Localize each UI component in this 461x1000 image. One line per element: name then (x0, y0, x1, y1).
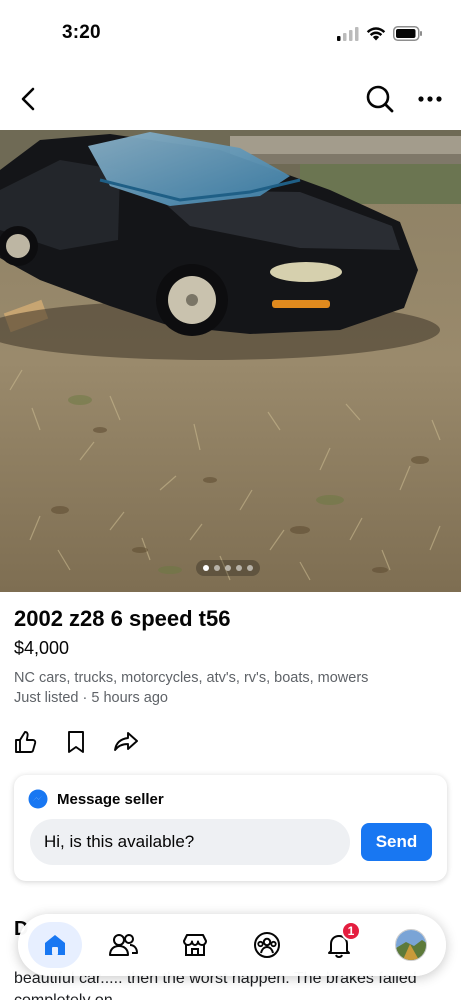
listing-group[interactable]: NC cars, trucks, motorcycles, atv's, rv'… (14, 670, 368, 686)
profile-avatar (395, 929, 427, 961)
search-icon[interactable] (365, 84, 395, 114)
message-seller-header: Message seller (28, 789, 164, 809)
pagination-dot[interactable] (236, 565, 242, 571)
status-icons (337, 26, 423, 41)
like-icon[interactable] (12, 728, 40, 756)
groups-icon (254, 932, 280, 958)
marketplace-icon (183, 934, 207, 956)
photo-pagination (196, 560, 260, 576)
pagination-dot[interactable] (247, 565, 253, 571)
pagination-dot[interactable] (203, 565, 209, 571)
listing-actions (12, 728, 140, 756)
pagination-dot[interactable] (225, 565, 231, 571)
share-icon[interactable] (112, 728, 140, 756)
listing-price: $4,000 (14, 638, 70, 658)
nav-bar (0, 76, 461, 122)
wifi-icon (366, 27, 386, 41)
battery-icon (393, 26, 422, 41)
send-button[interactable]: Send (361, 823, 432, 861)
tab-friends[interactable] (100, 922, 146, 968)
listing-title: 2002 z28 6 speed t56 (14, 606, 231, 631)
tab-marketplace[interactable] (172, 922, 218, 968)
listing-photo[interactable] (0, 130, 461, 592)
message-seller-card: Message seller Send (14, 775, 447, 881)
tab-profile[interactable] (388, 922, 434, 968)
status-bar: 3:20 (0, 0, 461, 66)
save-icon[interactable] (62, 728, 90, 756)
message-seller-title: Message seller (57, 790, 164, 808)
back-icon[interactable] (14, 84, 44, 114)
more-icon[interactable] (415, 84, 445, 114)
tab-groups[interactable] (244, 922, 290, 968)
car-photo-image (0, 130, 461, 592)
listing-posted: Just listed · 5 hours ago (14, 690, 168, 706)
messenger-icon (28, 789, 48, 809)
notification-badge: 1 (341, 921, 361, 941)
bottom-tab-bar: 1 (18, 914, 446, 976)
tab-home[interactable] (28, 922, 82, 968)
friends-icon (109, 934, 138, 956)
signal-icon (337, 26, 359, 41)
tab-notifications[interactable]: 1 (316, 921, 362, 968)
message-input[interactable] (30, 819, 350, 865)
status-time: 3:20 (62, 22, 101, 43)
home-icon (45, 935, 65, 955)
pagination-dot[interactable] (214, 565, 220, 571)
